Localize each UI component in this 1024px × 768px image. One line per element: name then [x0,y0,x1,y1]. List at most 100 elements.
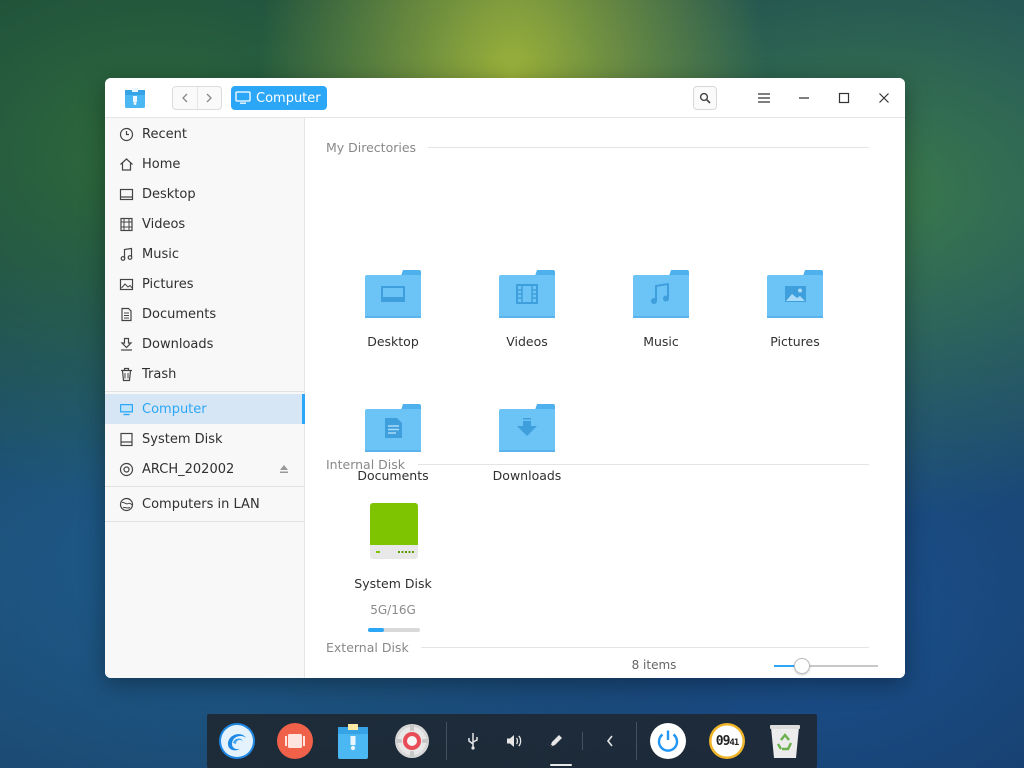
clock-hours: 09 [715,733,731,749]
collapse-arrow-icon [606,735,613,747]
downloads-folder-icon [499,404,555,452]
minimize-icon [799,97,809,99]
sidebar-item-label: Pictures [142,276,194,292]
power-button[interactable] [648,721,688,761]
search-button[interactable] [693,86,717,110]
section-heading: Internal Disk [326,456,405,472]
sidebar-item-pictures[interactable]: Pictures [105,269,305,299]
sidebar-item-documents[interactable]: Documents [105,299,305,329]
dir-tile-music[interactable]: Music [601,270,721,380]
dir-tile-videos[interactable]: Videos [467,270,587,380]
music-folder-icon [633,270,689,318]
chevron-left-icon [181,93,188,103]
desktop-folder-icon [365,270,421,318]
sidebar-item-label: Videos [142,216,186,232]
volume-icon [507,735,522,747]
sidebar-item-videos[interactable]: Videos [105,209,305,239]
disk-label: System Disk [354,576,432,591]
sidebar-item-label: Documents [142,306,217,322]
maximize-button[interactable] [832,86,856,110]
music-note-icon [118,246,134,262]
pen-tray-button[interactable] [543,728,569,754]
clock-widget[interactable]: 0941 [707,721,747,761]
sidebar-item-label: Recent [142,126,187,142]
home-icon [118,156,134,172]
picture-icon [118,276,134,292]
sidebar-item-home[interactable]: Home [105,149,305,179]
dock-separator [582,732,583,750]
clock-minutes: 41 [729,737,739,748]
section-divider [421,647,869,648]
chevron-right-icon [206,93,213,103]
multitasking-button[interactable] [275,721,315,761]
sidebar: Recent Home Desktop Videos Music Picture… [105,118,305,678]
minimize-button[interactable] [792,86,816,110]
sidebar-item-arch-disc[interactable]: ARCH_202002 [105,454,305,484]
sidebar-item-label: Music [142,246,179,262]
dir-tile-label: Desktop [367,334,419,349]
sidebar-item-label: System Disk [142,431,223,447]
sidebar-item-desktop[interactable]: Desktop [105,179,305,209]
multitasking-icon [277,723,313,759]
hard-disk-icon [370,503,418,559]
power-icon [650,723,686,759]
dock-separator [636,722,637,760]
sidebar-item-computer[interactable]: Computer [105,394,305,424]
active-app-indicator [550,764,572,766]
videos-folder-icon [499,270,555,318]
collapse-tray-button[interactable] [597,728,623,754]
close-button[interactable] [872,86,896,110]
volume-tray-button[interactable] [501,728,527,754]
disk-usage-fill [368,628,385,632]
dir-tile-label: Pictures [770,334,820,349]
film-icon [118,216,134,232]
sidebar-divider [105,391,305,392]
sidebar-item-label: Computers in LAN [142,496,260,512]
documents-folder-icon [365,404,421,452]
trash-dock-button[interactable] [765,721,805,761]
breadcrumb-computer[interactable]: Computer [231,86,327,110]
launcher-button[interactable] [217,721,257,761]
back-button[interactable] [173,87,197,109]
disk-size: 5G/16G [370,603,416,617]
network-icon [118,496,134,512]
sidebar-item-label: Trash [142,366,177,382]
zoom-slider[interactable] [774,658,878,674]
sidebar-item-lan[interactable]: Computers in LAN [105,489,305,519]
main-content: My Directories Desktop Videos Music Pict… [306,118,905,678]
section-heading: My Directories [326,139,417,155]
dir-tile-label: Downloads [492,468,562,483]
section-divider [418,464,869,465]
sidebar-item-label: Home [142,156,181,172]
sidebar-item-label: Computer [142,401,207,417]
close-icon [879,93,889,103]
sidebar-item-recent[interactable]: Recent [105,119,305,149]
sidebar-item-system-disk[interactable]: System Disk [105,424,305,454]
titlebar: Computer [105,78,905,118]
dir-tile-label: Videos [506,334,548,349]
usb-tray-button[interactable] [460,728,486,754]
settings-dock-button[interactable] [392,721,432,761]
sidebar-item-music[interactable]: Music [105,239,305,269]
document-icon [118,306,134,322]
eject-icon[interactable] [279,464,289,474]
disk-usage-bar [368,628,420,632]
computer-icon [118,401,134,417]
dock-separator [446,722,447,760]
dir-tile-downloads[interactable]: Downloads [467,404,587,514]
file-manager-app-icon [123,86,147,110]
hamburger-menu-icon [758,93,770,103]
file-manager-icon [338,724,368,759]
dir-tile-pictures[interactable]: Pictures [735,270,855,380]
forward-button[interactable] [196,87,222,109]
sidebar-item-downloads[interactable]: Downloads [105,329,305,359]
file-manager-dock-button[interactable] [333,721,373,761]
menu-button[interactable] [752,86,776,110]
usb-icon [468,733,478,750]
zoom-slider-handle[interactable] [794,658,811,674]
dir-tile-desktop[interactable]: Desktop [333,270,453,380]
sidebar-item-trash[interactable]: Trash [105,359,305,389]
computer-icon [235,91,251,104]
disk-tile-system[interactable]: System Disk 5G/16G [333,501,453,641]
pictures-folder-icon [767,270,823,318]
